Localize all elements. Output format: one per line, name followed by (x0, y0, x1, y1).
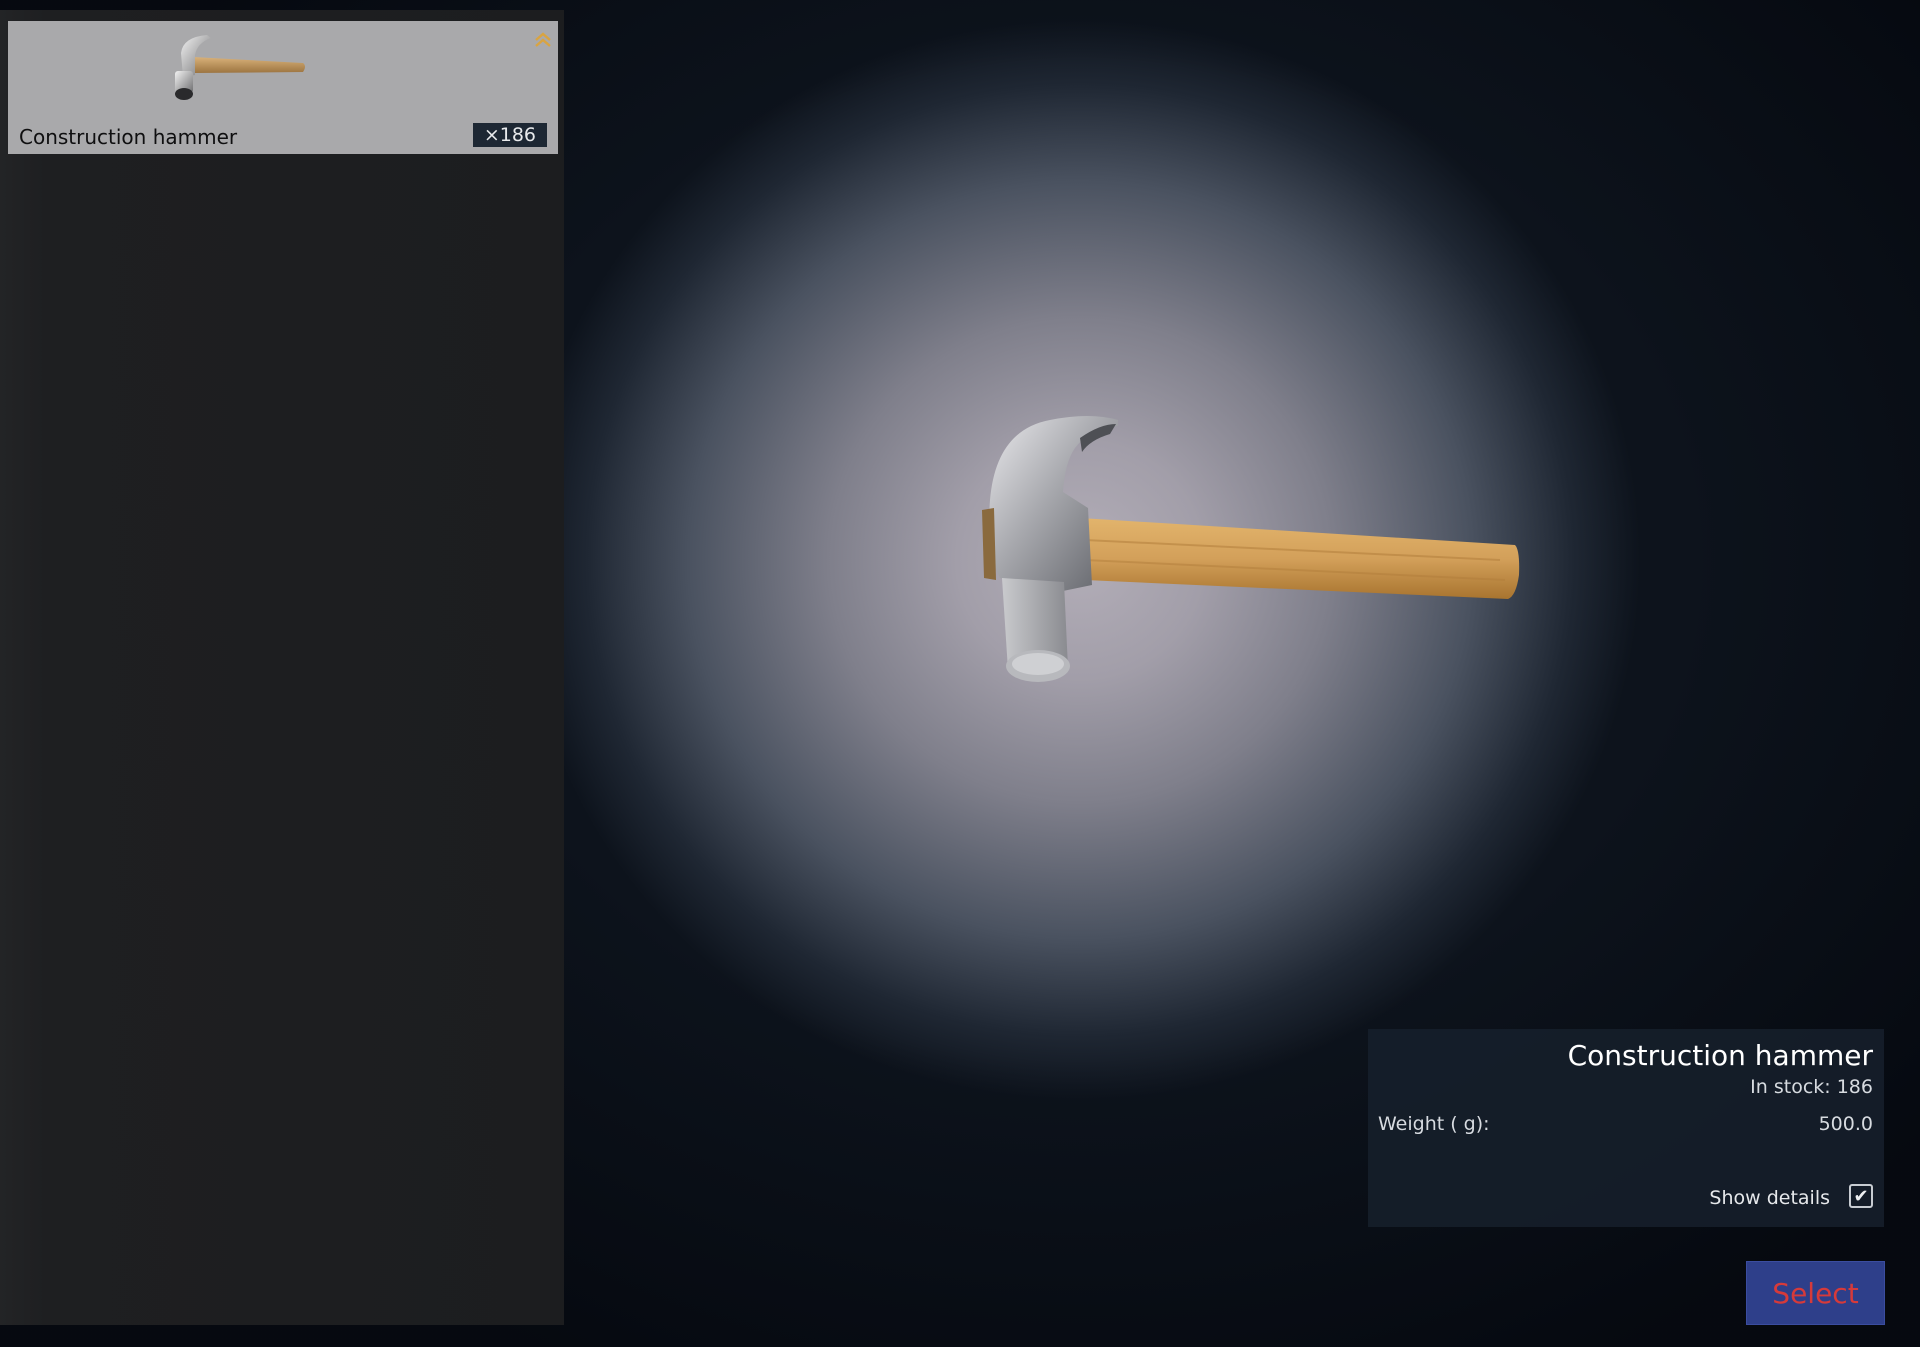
item-details-panel: Construction hammer In stock: 186 Weight… (1368, 1029, 1884, 1227)
details-weight-value: 500.0 (1818, 1113, 1873, 1135)
select-button[interactable]: Select (1746, 1261, 1885, 1325)
hammer-model-preview (982, 416, 1520, 682)
details-weight-label: Weight ( g): (1378, 1113, 1490, 1135)
checkmark-icon: ✔ (1853, 1185, 1869, 1207)
show-details-checkbox[interactable]: ✔ (1849, 1184, 1873, 1208)
slot-item-name: Construction hammer (19, 125, 238, 149)
inventory-slot-construction-hammer[interactable]: Construction hammer ×186 (8, 21, 558, 154)
slot-item-count-badge: ×186 (472, 123, 547, 147)
details-item-title: Construction hammer (1567, 1039, 1873, 1072)
inventory-panel: Construction hammer ×186 (0, 10, 564, 1325)
show-details-label: Show details (1709, 1187, 1830, 1209)
details-stock-count: In stock: 186 (1750, 1076, 1873, 1098)
double-chevron-up-icon (535, 32, 551, 47)
hammer-icon (175, 35, 305, 100)
